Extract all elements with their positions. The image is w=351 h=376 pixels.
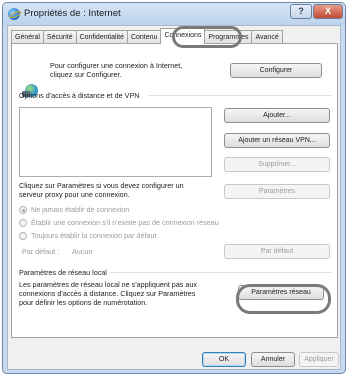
divider bbox=[110, 272, 331, 273]
tab-privacy[interactable]: Confidentialité bbox=[75, 30, 128, 44]
remove-button[interactable]: Supprimer... bbox=[224, 157, 330, 172]
radio-always-dial-label: Toujours établir la connexion par défaut bbox=[31, 231, 157, 240]
set-default-button[interactable]: Par défaut bbox=[224, 244, 330, 259]
lan-group-title: Paramètres de réseau local bbox=[19, 268, 107, 277]
settings-button[interactable]: Paramètres bbox=[224, 184, 330, 199]
dialup-group-title: Options d'accès à distance et de VPN bbox=[19, 91, 140, 100]
tab-security[interactable]: Sécurité bbox=[42, 30, 77, 44]
ok-button[interactable]: OK bbox=[202, 352, 246, 367]
cancel-button[interactable]: Annuler bbox=[251, 352, 295, 367]
setup-text-line2: cliquez sur Configurer. bbox=[50, 70, 122, 79]
add-button[interactable]: Ajouter... bbox=[224, 108, 330, 123]
dialog-client-area: Général Sécurité Confidentialité Contenu… bbox=[7, 25, 341, 370]
radio-dial-when-no-network[interactable] bbox=[19, 219, 27, 227]
lan-text-line3: pour définir les options de numérotation… bbox=[19, 298, 148, 307]
internet-explorer-icon bbox=[8, 8, 20, 20]
tab-advanced[interactable]: Avancé bbox=[251, 30, 283, 44]
proxy-text-line2: serveur proxy pour une connexion. bbox=[19, 190, 130, 199]
default-connection-value: Aucun bbox=[72, 247, 93, 256]
add-vpn-button[interactable]: Ajouter un réseau VPN... bbox=[224, 133, 330, 148]
title-bar[interactable]: Propriétés de : Internet ? X bbox=[3, 3, 345, 25]
radio-dial-when-no-network-label: Établir une connexion s'il n'existe pas … bbox=[31, 218, 219, 227]
radio-never-dial-label: Ne jamais établir de connexion bbox=[31, 205, 130, 214]
connections-listbox[interactable] bbox=[19, 107, 212, 177]
close-button[interactable]: X bbox=[313, 4, 343, 19]
radio-always-dial[interactable] bbox=[19, 232, 27, 240]
tab-content[interactable]: Contenu bbox=[126, 30, 162, 44]
window-title: Propriétés de : Internet bbox=[24, 8, 121, 19]
radio-never-dial[interactable] bbox=[19, 206, 27, 214]
help-button[interactable]: ? bbox=[290, 4, 312, 19]
divider bbox=[149, 95, 331, 96]
tab-highlight-circle bbox=[172, 26, 242, 48]
apply-button[interactable]: Appliquer bbox=[299, 352, 339, 367]
default-connection-label: Par défaut : bbox=[22, 247, 60, 256]
internet-properties-window: Propriétés de : Internet ? X Général Séc… bbox=[2, 2, 346, 374]
configure-button[interactable]: Configurer bbox=[230, 63, 322, 78]
lan-button-highlight-circle bbox=[236, 284, 331, 314]
tab-general[interactable]: Général bbox=[11, 30, 44, 44]
